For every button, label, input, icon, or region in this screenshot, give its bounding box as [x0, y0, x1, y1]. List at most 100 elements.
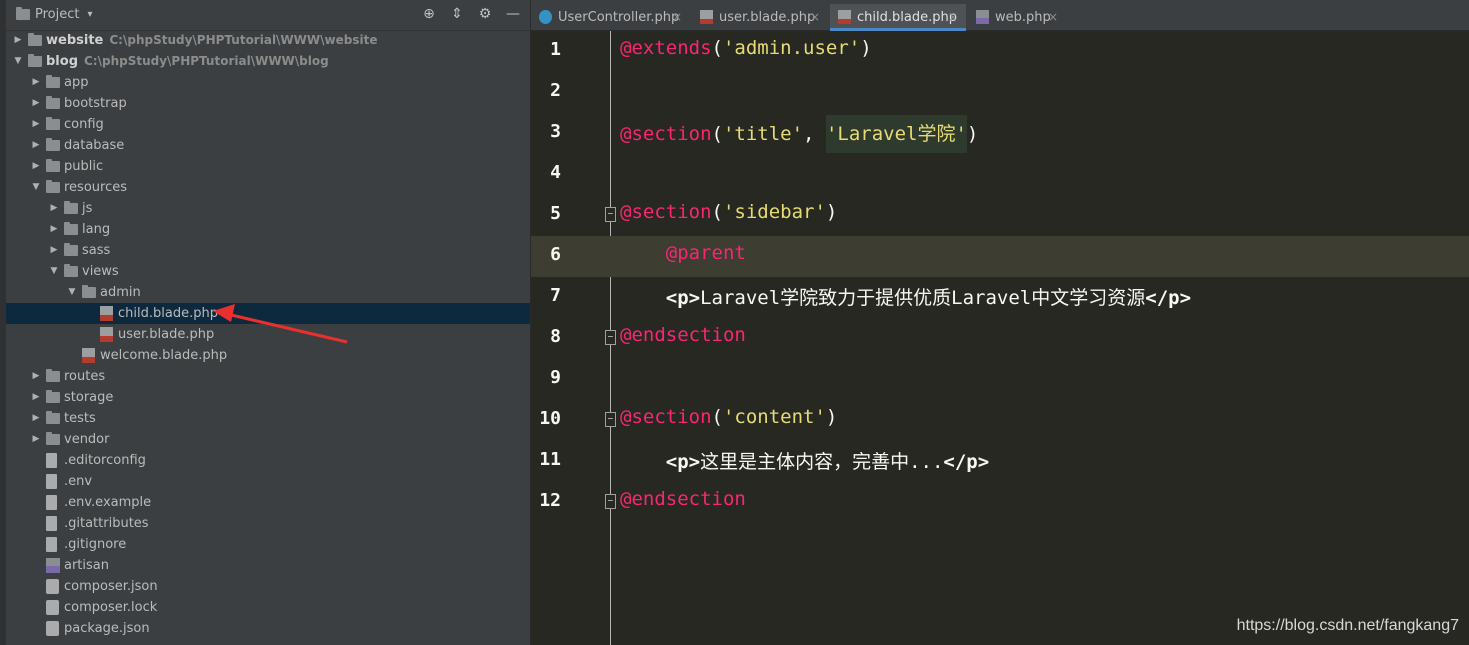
collapsed-arrow-icon[interactable]: ▶ — [30, 366, 42, 387]
collapsed-arrow-icon[interactable]: ▶ — [30, 135, 42, 156]
code-token: @extends — [620, 37, 712, 59]
code-text: @endsection — [620, 488, 746, 510]
folder-icon — [46, 75, 60, 88]
tree-item-label: views — [82, 264, 119, 279]
tree-item-label: welcome.blade.php — [100, 348, 228, 363]
tree-item-tests[interactable]: ▶ tests — [6, 408, 530, 429]
code-token: @endsection — [620, 324, 746, 346]
tree-item-artisan[interactable]: artisan — [6, 555, 530, 576]
tree-item-env[interactable]: .env — [6, 471, 530, 492]
code-token: @section — [620, 201, 712, 223]
tree-item-sass[interactable]: ▶ sass — [6, 240, 530, 261]
close-icon[interactable]: × — [948, 4, 958, 31]
collapsed-arrow-icon[interactable]: ▶ — [48, 219, 60, 240]
folder-icon — [46, 390, 60, 403]
tree-item-gitattributes[interactable]: .gitattributes — [6, 513, 530, 534]
close-icon[interactable]: × — [810, 4, 820, 31]
code-line[interactable]: 2 — [531, 72, 1469, 113]
code-token: <p> — [665, 287, 701, 309]
tree-item-views[interactable]: ▼ views — [6, 261, 530, 282]
folder-icon — [64, 264, 78, 277]
code-token: ) — [825, 201, 838, 223]
locate-icon[interactable]: ⊕ — [420, 6, 438, 22]
fold-icon[interactable] — [605, 207, 616, 222]
code-line[interactable]: 4 — [531, 154, 1469, 195]
collapsed-arrow-icon[interactable]: ▶ — [48, 240, 60, 261]
code-line[interactable]: 10 @section('content') — [531, 400, 1469, 441]
tree-item-gitignore[interactable]: .gitignore — [6, 534, 530, 555]
tree-item-js[interactable]: ▶ js — [6, 198, 530, 219]
code-line[interactable]: 5 @section('sidebar') — [531, 195, 1469, 236]
project-view-selector[interactable]: Project ▾ — [16, 7, 93, 22]
code-token: </p> — [943, 451, 990, 473]
expanded-arrow-icon[interactable]: ▼ — [12, 51, 24, 72]
tree-item-lang[interactable]: ▶ lang — [6, 219, 530, 240]
expanded-arrow-icon[interactable]: ▼ — [66, 282, 78, 303]
tree-item-vendor[interactable]: ▶ vendor — [6, 429, 530, 450]
fold-icon[interactable] — [605, 494, 616, 509]
code-line[interactable]: 6 @parent — [531, 236, 1469, 277]
tree-item-config[interactable]: ▶ config — [6, 114, 530, 135]
tree-item-bootstrap[interactable]: ▶ bootstrap — [6, 93, 530, 114]
tree-item-website[interactable]: ▶ website C:\phpStudy\PHPTutorial\WWW\webs… — [6, 30, 530, 51]
code-token: 'sidebar' — [722, 201, 826, 223]
code-text: @section('content') — [620, 406, 837, 428]
code-line[interactable]: 1 @extends('admin.user') — [531, 31, 1469, 72]
tree-item-editorconfig[interactable]: .editorconfig — [6, 450, 530, 471]
tree-item-app[interactable]: ▶ app — [6, 72, 530, 93]
collapsed-arrow-icon[interactable]: ▶ — [30, 387, 42, 408]
collapsed-arrow-icon[interactable]: ▶ — [30, 429, 42, 450]
tab-user-blade-php[interactable]: user.blade.php × — [692, 4, 828, 31]
line-number: 9 — [550, 367, 561, 388]
code-text: <p>这里是主体内容，完善中...</p> — [620, 447, 989, 474]
close-icon[interactable]: × — [1048, 4, 1058, 31]
tree-item-label: admin — [100, 285, 141, 300]
tree-item-package-json[interactable]: package.json — [6, 618, 530, 639]
fold-icon[interactable] — [605, 412, 616, 427]
line-number: 8 — [550, 326, 561, 347]
collapsed-arrow-icon[interactable]: ▶ — [30, 408, 42, 429]
expanded-arrow-icon[interactable]: ▼ — [48, 261, 60, 282]
collapsed-arrow-icon[interactable]: ▶ — [48, 198, 60, 219]
file-icon — [46, 537, 57, 552]
hide-panel-icon[interactable]: — — [504, 6, 522, 22]
code-line[interactable]: 8 @endsection — [531, 318, 1469, 359]
folder-icon — [64, 243, 78, 256]
collapsed-arrow-icon[interactable]: ▶ — [30, 114, 42, 135]
tree-item-env-example[interactable]: .env.example — [6, 492, 530, 513]
tree-item-composer-lock[interactable]: composer.lock — [6, 597, 530, 618]
code-line[interactable]: 9 — [531, 359, 1469, 400]
code-line[interactable]: 3 @section('title', 'Laravel学院') — [531, 113, 1469, 154]
tree-item-storage[interactable]: ▶ storage — [6, 387, 530, 408]
code-line[interactable]: 7 <p>Laravel学院致力于提供优质Laravel中文学习资源</p> — [531, 277, 1469, 318]
folder-icon — [46, 180, 60, 193]
collapsed-arrow-icon[interactable]: ▶ — [30, 72, 42, 93]
tab-web-php[interactable]: web.php × — [968, 4, 1066, 31]
tree-item-blog[interactable]: ▼ blog C:\phpStudy\PHPTutorial\WWW\blog — [6, 51, 530, 72]
code-line[interactable]: 11 <p>这里是主体内容，完善中...</p> — [531, 441, 1469, 482]
tree-item-database[interactable]: ▶ database — [6, 135, 530, 156]
expanded-arrow-icon[interactable]: ▼ — [30, 177, 42, 198]
gear-icon[interactable]: ⚙ — [476, 6, 494, 22]
folder-icon — [46, 117, 60, 130]
tree-item-routes[interactable]: ▶ routes — [6, 366, 530, 387]
tab-label: user.blade.php — [719, 10, 816, 25]
tree-item-composer-json[interactable]: composer.json — [6, 576, 530, 597]
code-line[interactable]: 12 @endsection — [531, 482, 1469, 523]
tree-item-public[interactable]: ▶ public — [6, 156, 530, 177]
code-token: ( — [711, 37, 723, 59]
tab-child-blade-php[interactable]: child.blade.php × — [830, 4, 966, 31]
line-number: 5 — [550, 203, 561, 224]
tree-item-resources[interactable]: ▼ resources — [6, 177, 530, 198]
collapse-all-icon[interactable]: ⇕ — [448, 6, 466, 22]
collapsed-arrow-icon[interactable]: ▶ — [12, 30, 24, 51]
tab-usercontroller-php[interactable]: UserController.php × — [531, 4, 690, 31]
line-number: 12 — [539, 490, 561, 511]
collapsed-arrow-icon[interactable]: ▶ — [30, 156, 42, 177]
tree-item-label: routes — [64, 369, 106, 384]
collapsed-arrow-icon[interactable]: ▶ — [30, 93, 42, 114]
close-icon[interactable]: × — [672, 4, 682, 31]
folder-icon — [46, 432, 60, 445]
class-file-icon — [539, 10, 552, 24]
fold-icon[interactable] — [605, 330, 616, 345]
